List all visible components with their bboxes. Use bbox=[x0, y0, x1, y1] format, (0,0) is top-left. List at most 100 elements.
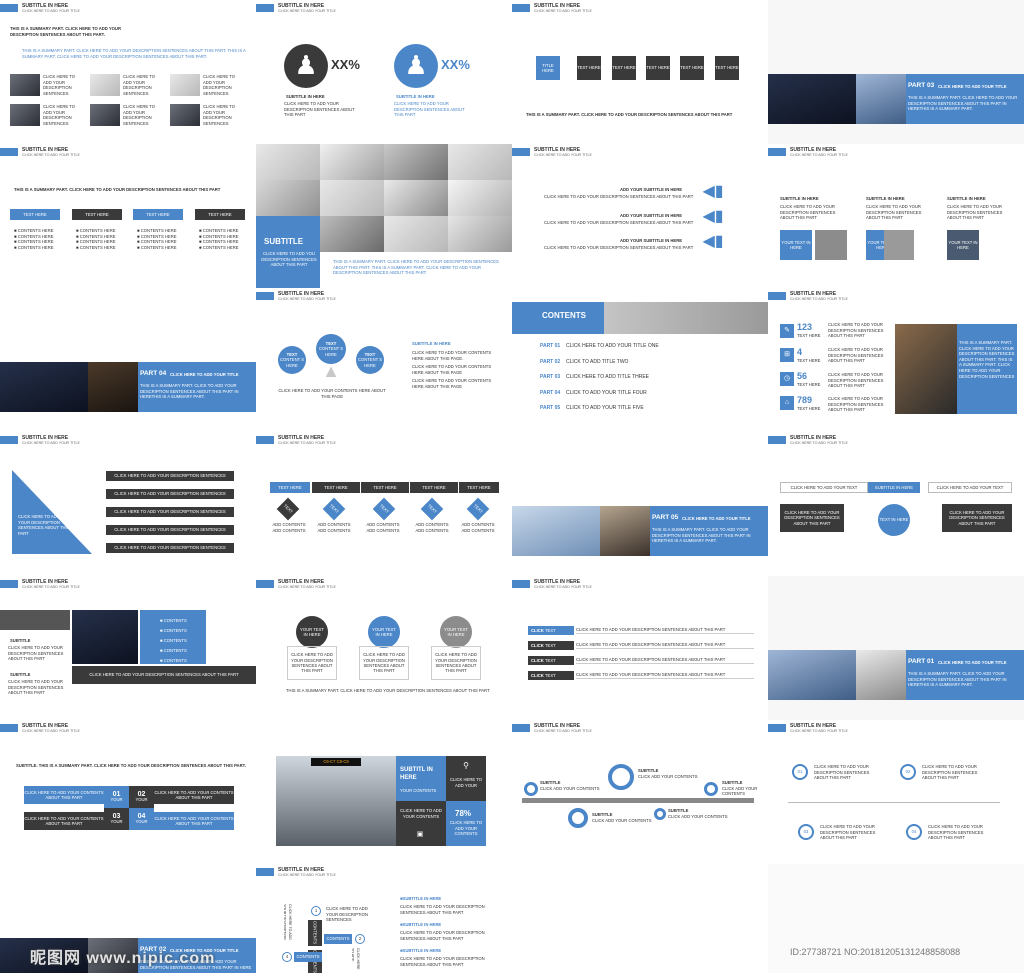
slide-title: CLICK HERE TO ADD YOUR TITLE bbox=[790, 153, 848, 157]
zigzag-line bbox=[788, 802, 1000, 803]
pin-label: SUBTITLE CLICK ADD YOUR CONTENTS bbox=[638, 768, 698, 779]
pin-big bbox=[608, 764, 634, 790]
col-header: TEXT HERE bbox=[195, 209, 245, 220]
laptop-photo bbox=[895, 324, 957, 414]
office-photo bbox=[256, 144, 320, 180]
list-item: ■ CONTENTS HERE ■ CONTENTS HERE ■ CONTENTS… bbox=[14, 228, 54, 250]
blue-summary: THIS IS A SUMMARY PART. CLICK HERE TO AD… bbox=[22, 48, 246, 59]
slide-title: CLICK HERE TO ADD YOUR TITLE bbox=[790, 729, 848, 733]
header-bar bbox=[256, 436, 274, 444]
badge-desc: CLICK HERE TO ADD YOUR DESCRIPTION SENTE… bbox=[928, 824, 984, 841]
office-photo bbox=[320, 180, 384, 216]
female-sub: SUBTITLE IN HERE bbox=[396, 94, 435, 99]
bubble-text: TEXT CONTENT S HERE bbox=[279, 351, 305, 368]
office-photo bbox=[448, 216, 512, 252]
click-tag: CLICK TEXT bbox=[528, 671, 574, 680]
stat-number: 4 bbox=[797, 347, 803, 357]
contents-box: CLICK HERE TO ADD YOUR CONTENTS ABOUT TH… bbox=[154, 812, 234, 830]
part-title: CLICK HERE TO ADD YOUR TITLE bbox=[938, 660, 1007, 665]
text-box: TEXT HERE bbox=[646, 56, 670, 80]
slide-title: CLICK HERE TO ADD YOUR TITLE bbox=[534, 585, 592, 589]
step-label: TEXT HERE bbox=[312, 482, 360, 493]
desc-bar: CLICK HERE TO ADD YOUR DESCRIPTION SENTE… bbox=[106, 471, 234, 481]
slide-16: SUBTITLE IN HERE CLICK HERE TO ADD YOUR … bbox=[768, 432, 1024, 576]
stat-label: TEXT HERE bbox=[797, 406, 821, 411]
pin-small bbox=[704, 782, 718, 796]
text-box: TEXT HERE bbox=[680, 56, 704, 80]
click-text: CLICK HERE TO ADD YOUR CONTENTS bbox=[400, 808, 442, 819]
side-line: CLICK HERE TO ADD YOUR CONTENTS HERE ABO… bbox=[412, 350, 492, 361]
female-pct: XX% bbox=[441, 57, 470, 72]
add-contents: ADD CONTENTS ADD CONTENTS bbox=[415, 522, 449, 533]
stat-number: 56 bbox=[797, 371, 808, 381]
row-desc: CLICK HERE TO ADD YOUR DESCRIPTION SENTE… bbox=[544, 220, 694, 225]
vertical-desc: CLICK HERE TO ADD YOUR DESCRIPTION SENTE… bbox=[352, 948, 360, 970]
highway-photo bbox=[768, 74, 856, 124]
slide-12: SUBTITLE IN HERE CLICK HERE TO ADD YOUR … bbox=[768, 288, 1024, 432]
part-number: PART 05 bbox=[652, 514, 679, 521]
col-box: YOUR TEXT IN HERE bbox=[780, 230, 812, 260]
part-number: PART 01 bbox=[908, 658, 935, 665]
desc-bar: CLICK HERE TO ADD YOUR DESCRIPTION SENTE… bbox=[106, 525, 234, 535]
city-photo bbox=[0, 362, 88, 412]
slide-2: SUBTITLE IN HERE CLICK HERE TO ADD YOUR … bbox=[256, 0, 512, 144]
book-photo bbox=[856, 650, 906, 700]
pct-text: CLICK HERE TO ADD YOUR CONTENTS bbox=[450, 820, 482, 837]
slide-title: CLICK HERE TO ADD YOUR TITLE bbox=[534, 729, 592, 733]
contents-box: CLICK HERE TO ADD YOUR CONTENTS ABOUT TH… bbox=[24, 812, 104, 830]
diamond: TEXT bbox=[372, 497, 396, 521]
part-label: CLICK TO ADD TITLE TWO bbox=[566, 359, 629, 365]
part-label: CLICK TO ADD YOUR TITLE FOUR bbox=[566, 390, 647, 396]
female-desc: CLICK HERE TO ADD YOUR DESCRIPTION SENTE… bbox=[394, 101, 465, 118]
header-bar bbox=[768, 292, 786, 300]
pin-label: SUBTITLE CLICK ADD YOUR CONTENTS bbox=[722, 780, 758, 797]
list-desc: CLICK HERE TO ADD YOUR DESCRIPTION SENTE… bbox=[400, 930, 485, 941]
header-bar bbox=[0, 580, 18, 588]
stat-label: TEXT HERE bbox=[797, 333, 821, 338]
header-bar bbox=[768, 724, 786, 732]
part-title: CLICK HERE TO ADD YOUR TITLE bbox=[682, 516, 751, 521]
header-bar bbox=[768, 436, 786, 444]
click-tag: CLICK TEXT bbox=[528, 626, 574, 635]
desc-box: CLICK HERE TO ADD YOUR DESCRIPTION SENTE… bbox=[287, 646, 337, 680]
diamond: TEXT bbox=[322, 497, 346, 521]
header-bar bbox=[512, 4, 530, 12]
side-sub: SUBTITLE IN HERE bbox=[412, 341, 451, 346]
list-sub: ■SUBTITLE IN HERE bbox=[400, 922, 442, 927]
header-bar bbox=[512, 148, 530, 156]
diamond: TEXT bbox=[420, 497, 444, 521]
stat-number: 123 bbox=[797, 322, 813, 332]
image-icon: ▣ bbox=[416, 831, 424, 839]
header-bar bbox=[0, 148, 18, 156]
part-no: PART 01 bbox=[540, 343, 561, 349]
col-desc: CLICK HERE TO ADD YOUR DESCRIPTION SENTE… bbox=[866, 204, 922, 221]
col-desc: CLICK HERE TO ADD YOUR DESCRIPTION SENTE… bbox=[780, 204, 836, 221]
slide-19: SUBTITLE IN HERE CLICK HERE TO ADD YOUR … bbox=[512, 576, 768, 720]
top-label-mid: SUBTITLE IN HERE bbox=[868, 482, 920, 493]
number-tile: 03 YOUR bbox=[104, 808, 129, 830]
col-header: TEXT HERE bbox=[133, 209, 183, 220]
part-no: PART 05 bbox=[540, 405, 561, 411]
summary: THIS IS A SUMMARY PART. CLICK HERE TO AD… bbox=[526, 112, 733, 117]
site-watermark: 昵图网 www.nipic.com bbox=[30, 950, 216, 967]
add-contents: ADD CONTENTS ADD CONTENTS bbox=[317, 522, 351, 533]
summary: THIS IS A SUMMARY PART. CLICK HERE TO AD… bbox=[286, 688, 490, 693]
blue-triangle bbox=[12, 470, 92, 554]
item-text: CLICK HERE TO ADD YOUR DESCRIPTION SENTE… bbox=[203, 104, 235, 126]
slide-28-blank: ID:27738721 NO:20181205131248858088 bbox=[768, 864, 1024, 973]
pin-big bbox=[568, 808, 588, 828]
contents-list: ■ CONTENTS ■ CONTENTS ■ CONTENTS ■ CONTENTS… bbox=[160, 618, 187, 663]
slide-27-blank bbox=[512, 864, 768, 973]
part-title: CLICK HERE TO ADD YOUR TITLE bbox=[938, 84, 1007, 89]
slide-20: PART 01 CLICK HERE TO ADD YOUR TITLE THI… bbox=[768, 576, 1024, 720]
stat-desc: CLICK HERE TO ADD YOUR DESCRIPTION SENTE… bbox=[828, 372, 884, 389]
sub-label: SUBTITLE bbox=[10, 638, 31, 643]
list-item: ■ CONTENTS HERE ■ CONTENTS HERE ■ CONTENTS… bbox=[137, 228, 177, 250]
row-sub: ADD YOUR SUBTITLE IN HERE bbox=[620, 213, 683, 218]
click-tag: CLICK TEXT bbox=[528, 641, 574, 650]
slide-7: SUBTITLE IN HERE CLICK HERE TO ADD YOUR … bbox=[512, 144, 768, 288]
header-bar bbox=[256, 4, 274, 12]
list-desc: CLICK HERE TO ADD YOUR DESCRIPTION SENTE… bbox=[400, 904, 485, 915]
summary: THIS IS A SUMMARY PART. CLICK HERE TO AD… bbox=[14, 187, 221, 192]
photo bbox=[90, 74, 120, 96]
